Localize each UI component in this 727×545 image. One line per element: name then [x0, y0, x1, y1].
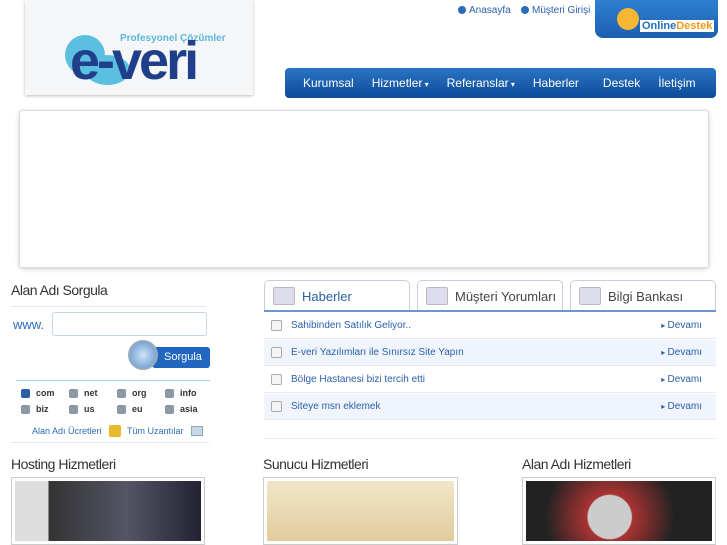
more-link[interactable]: Devamı: [661, 401, 702, 412]
divider: [16, 380, 210, 381]
tld-biz[interactable]: biz: [21, 404, 69, 414]
tab-bilgi-bankasi[interactable]: Bilgi Bankası: [570, 280, 716, 311]
page-icon: [271, 347, 282, 358]
news-row[interactable]: Bölge Hastanesi bizi tercih ettiDevamı: [264, 367, 716, 393]
tld-info[interactable]: info: [165, 388, 213, 398]
online-label: Online: [642, 20, 677, 32]
query-button-label: Sorgula: [152, 347, 210, 368]
nav-haberler[interactable]: Haberler: [533, 76, 579, 90]
nav-hizmetler[interactable]: Hizmetler: [372, 76, 429, 90]
server-title: Sunucu Hizmetleri: [263, 456, 369, 472]
tab-musteri-yorumlari[interactable]: Müşteri Yorumları: [417, 280, 563, 311]
tld-com[interactable]: com: [21, 388, 69, 398]
tld-net[interactable]: net: [69, 388, 117, 398]
main-nav: Kurumsal Hizmetler Referanslar Haberler …: [285, 68, 716, 98]
domain-prices-link[interactable]: Alan Adı Ücretleri: [32, 426, 102, 436]
more-link[interactable]: Devamı: [661, 347, 702, 358]
divider: [11, 442, 209, 443]
page-icon: [271, 320, 282, 331]
more-link[interactable]: Devamı: [661, 374, 702, 385]
nav-kurumsal[interactable]: Kurumsal: [303, 76, 354, 90]
domain-services-title: Alan Adı Hizmetleri: [522, 456, 631, 472]
user-comment-icon: [426, 287, 448, 305]
knowledge-base-icon: [579, 287, 601, 305]
domain-title: Alan Adı Sorgula: [11, 282, 108, 298]
logo[interactable]: Profesyonel Çözümler e-veri: [25, 0, 253, 95]
domain-input[interactable]: [52, 312, 207, 336]
online-support-button[interactable]: OnlineDestek: [595, 0, 718, 38]
home-link[interactable]: Anasayfa: [458, 5, 511, 16]
banner: [19, 110, 709, 268]
nav-referanslar[interactable]: Referanslar: [447, 76, 515, 90]
table-icon: [191, 426, 203, 436]
logo-brand: e-veri: [70, 31, 199, 91]
customer-login-link[interactable]: Müşteri Girişi: [521, 5, 590, 16]
tld-checkboxes: com net org info biz us eu asia: [21, 388, 216, 414]
divider: [11, 306, 206, 307]
query-button[interactable]: Sorgula: [128, 340, 210, 374]
divider: [264, 438, 716, 439]
coins-icon: [109, 425, 121, 437]
domain-services-image[interactable]: [522, 477, 716, 545]
support-label: Destek: [676, 20, 713, 32]
hosting-image[interactable]: [11, 477, 205, 545]
page-icon: [271, 401, 282, 412]
tab-underline: [264, 310, 716, 312]
news-row[interactable]: E-veri Yazılımları ile Sınırsız Site Yap…: [264, 340, 716, 366]
news-row[interactable]: Sahibinden Satılık Geliyor..Devamı: [264, 313, 716, 339]
nav-iletisim[interactable]: İletişim: [658, 76, 695, 90]
smiley-icon: [617, 8, 639, 30]
hosting-title: Hosting Hizmetleri: [11, 456, 116, 472]
page-icon: [271, 374, 282, 385]
all-extensions-link[interactable]: Tüm Uzantılar: [127, 426, 184, 436]
tld-us[interactable]: us: [69, 404, 117, 414]
server-image[interactable]: [263, 477, 458, 545]
rss-news-icon: [273, 287, 295, 305]
www-prefix: www.: [13, 317, 45, 332]
magnifier-icon: [128, 340, 158, 370]
news-row[interactable]: Siteye msn eklemekDevamı: [264, 394, 716, 420]
more-link[interactable]: Devamı: [661, 320, 702, 331]
tab-haberler[interactable]: Haberler: [264, 280, 410, 311]
tld-eu[interactable]: eu: [117, 404, 165, 414]
nav-destek[interactable]: Destek: [603, 76, 640, 90]
tld-org[interactable]: org: [117, 388, 165, 398]
tld-asia[interactable]: asia: [165, 404, 213, 414]
